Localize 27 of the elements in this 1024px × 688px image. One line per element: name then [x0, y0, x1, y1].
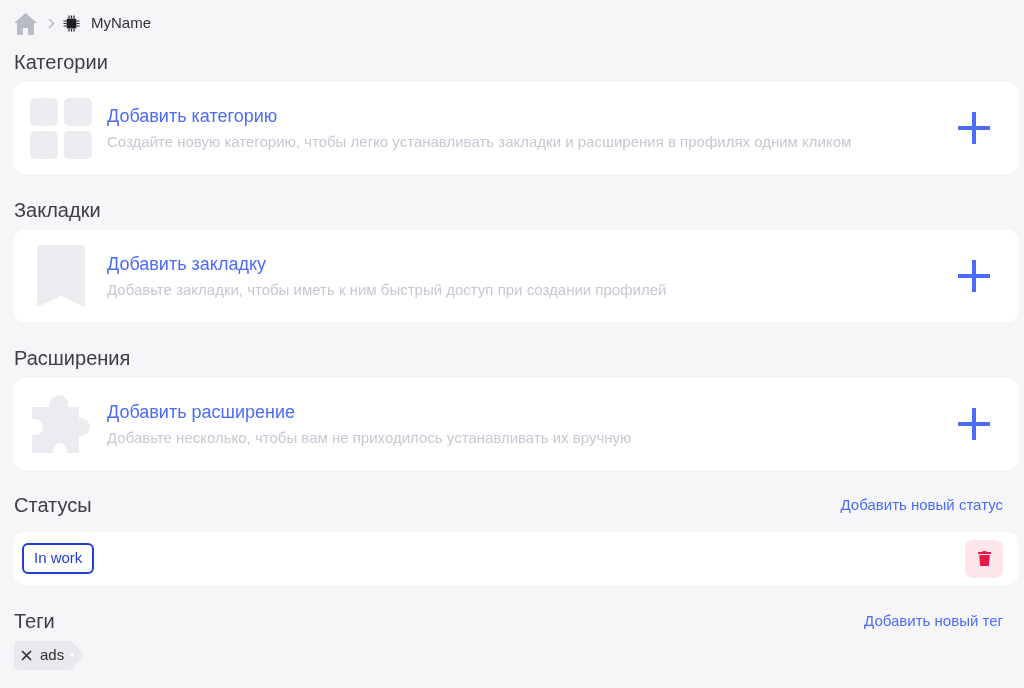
plus-icon [958, 260, 990, 292]
card-description: Добавьте несколько, чтобы вам не приходилось устанавливать их вручную [107, 428, 632, 448]
card-title[interactable]: Добавить категорию [107, 104, 278, 128]
card-description: Добавьте закладки, чтобы иметь к ним быстрый доступ при создании профилей [107, 280, 667, 300]
section-heading: Теги [14, 609, 55, 633]
plus-icon [958, 408, 990, 440]
section-heading: Расширения [14, 346, 131, 370]
section-heading: Статусы [14, 493, 92, 517]
card-title[interactable]: Добавить закладку [107, 252, 266, 276]
plus-icon [958, 112, 990, 144]
add-button[interactable] [958, 260, 990, 292]
delete-button[interactable] [965, 539, 1003, 578]
breadcrumb-current[interactable]: MyName [91, 12, 151, 35]
section-heading: Закладки [14, 198, 101, 222]
status-badge[interactable]: In work [22, 543, 95, 574]
close-icon[interactable] [21, 650, 32, 661]
card-title[interactable]: Добавить расширение [107, 400, 296, 424]
card-description: Создайте новую категорию, чтобы легко устанавливать закладки и расширения в профилях одним кликом [107, 132, 852, 152]
section-heading: Категории [14, 50, 108, 74]
add-status-link[interactable]: Добавить новый статус [840, 493, 1003, 517]
chip-icon [63, 15, 80, 32]
chevron-right-icon [48, 18, 55, 29]
tag-label: ads [40, 645, 65, 666]
trash-icon [977, 551, 991, 566]
add-button[interactable] [958, 408, 990, 440]
add-tag-link[interactable]: Добавить новый тег [864, 609, 1003, 633]
add-button[interactable] [958, 112, 990, 144]
